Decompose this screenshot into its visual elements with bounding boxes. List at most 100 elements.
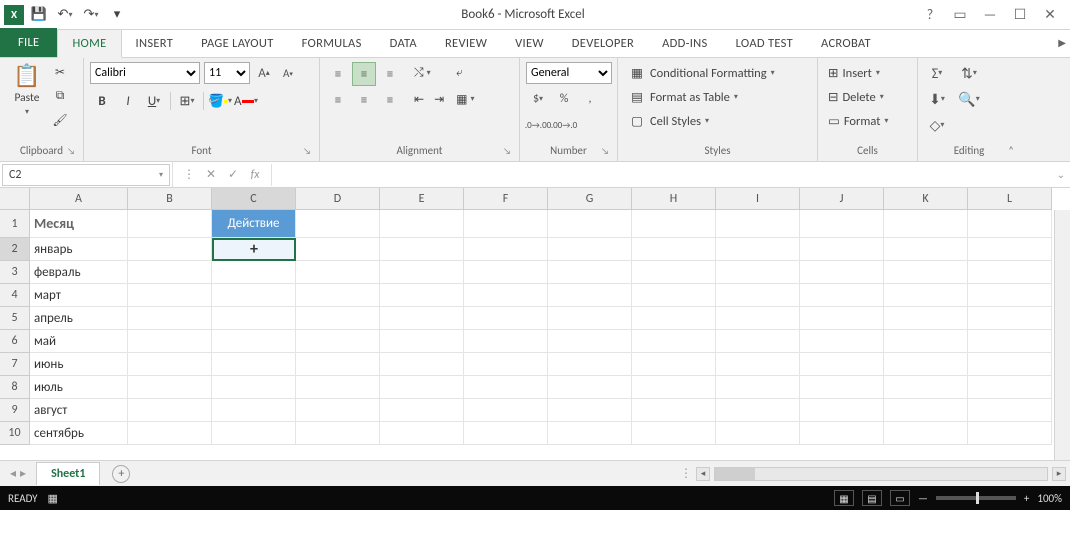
- tab-review[interactable]: REVIEW: [431, 30, 501, 57]
- vertical-scrollbar[interactable]: [1054, 210, 1070, 460]
- col-header-A[interactable]: A: [30, 188, 128, 210]
- cell-E8[interactable]: [380, 376, 464, 399]
- tab-developer[interactable]: DEVELOPER: [558, 30, 648, 57]
- cell-G8[interactable]: [548, 376, 632, 399]
- zoom-level[interactable]: 100%: [1037, 492, 1062, 505]
- row-header-1[interactable]: 1: [0, 210, 30, 238]
- cell-G10[interactable]: [548, 422, 632, 445]
- cell-E5[interactable]: [380, 307, 464, 330]
- cell-L7[interactable]: [968, 353, 1052, 376]
- align-top-button[interactable]: ≡: [326, 62, 350, 86]
- cell-J10[interactable]: [800, 422, 884, 445]
- format-as-table-button[interactable]: ▤Format as Table: [624, 86, 779, 108]
- cell-D4[interactable]: [296, 284, 380, 307]
- expand-formula-bar-button[interactable]: ⌄: [1052, 168, 1070, 181]
- cell-K7[interactable]: [884, 353, 968, 376]
- cell-F3[interactable]: [464, 261, 548, 284]
- col-header-L[interactable]: L: [968, 188, 1052, 210]
- cell-E3[interactable]: [380, 261, 464, 284]
- cell-F1[interactable]: [464, 210, 548, 238]
- cell-J6[interactable]: [800, 330, 884, 353]
- cell-F7[interactable]: [464, 353, 548, 376]
- cell-G1[interactable]: [548, 210, 632, 238]
- grow-font-button[interactable]: A▴: [254, 63, 274, 83]
- cell-C7[interactable]: [212, 353, 296, 376]
- hscroll-left[interactable]: ◂: [696, 467, 710, 481]
- cell-A5[interactable]: апрель: [30, 307, 128, 330]
- cell-C1[interactable]: Действие: [212, 210, 296, 238]
- col-header-D[interactable]: D: [296, 188, 380, 210]
- cell-C2[interactable]: +: [212, 238, 296, 261]
- format-cells-button[interactable]: ▭Format: [824, 110, 892, 132]
- cell-K6[interactable]: [884, 330, 968, 353]
- cell-K9[interactable]: [884, 399, 968, 422]
- col-header-G[interactable]: G: [548, 188, 632, 210]
- row-header-4[interactable]: 4: [0, 284, 30, 307]
- cell-A2[interactable]: январь: [30, 238, 128, 261]
- number-format-combo[interactable]: General: [526, 62, 612, 84]
- font-name-combo[interactable]: Calibri: [90, 62, 200, 84]
- row-header-6[interactable]: 6: [0, 330, 30, 353]
- ribbon-options-button[interactable]: ▭: [948, 3, 972, 27]
- cell-A6[interactable]: май: [30, 330, 128, 353]
- cell-A1[interactable]: Месяц: [30, 210, 128, 238]
- page-layout-view-button[interactable]: ▤: [862, 490, 882, 506]
- cell-J7[interactable]: [800, 353, 884, 376]
- cell-A3[interactable]: февраль: [30, 261, 128, 284]
- shrink-font-button[interactable]: A▾: [278, 63, 298, 83]
- cell-L2[interactable]: [968, 238, 1052, 261]
- cell-D8[interactable]: [296, 376, 380, 399]
- cell-E6[interactable]: [380, 330, 464, 353]
- cell-F2[interactable]: [464, 238, 548, 261]
- conditional-formatting-button[interactable]: ▦Conditional Formatting: [624, 62, 779, 84]
- cell-H6[interactable]: [632, 330, 716, 353]
- cell-B6[interactable]: [128, 330, 212, 353]
- cell-K4[interactable]: [884, 284, 968, 307]
- cell-K5[interactable]: [884, 307, 968, 330]
- cell-B2[interactable]: [128, 238, 212, 261]
- tab-data[interactable]: DATA: [376, 30, 431, 57]
- cell-L10[interactable]: [968, 422, 1052, 445]
- cell-L8[interactable]: [968, 376, 1052, 399]
- cell-L1[interactable]: [968, 210, 1052, 238]
- help-button[interactable]: ?: [918, 3, 942, 27]
- enter-formula-button[interactable]: ✓: [223, 165, 243, 185]
- collapse-ribbon-button[interactable]: ˄: [1008, 144, 1014, 157]
- row-headers[interactable]: 12345678910: [0, 210, 30, 445]
- cell-B8[interactable]: [128, 376, 212, 399]
- qat-customize-button[interactable]: ▾: [106, 4, 128, 26]
- cell-A9[interactable]: август: [30, 399, 128, 422]
- cell-I9[interactable]: [716, 399, 800, 422]
- orientation-button[interactable]: ⤭: [410, 62, 448, 84]
- align-center-button[interactable]: ≡: [352, 88, 376, 112]
- select-all-corner[interactable]: [0, 188, 30, 210]
- tab-formulas[interactable]: FORMULAS: [288, 30, 376, 57]
- tab-home[interactable]: HOME: [57, 29, 121, 58]
- maximize-button[interactable]: ☐: [1008, 3, 1032, 27]
- fill-color-button[interactable]: 🪣: [208, 90, 232, 112]
- cell-F4[interactable]: [464, 284, 548, 307]
- cell-L4[interactable]: [968, 284, 1052, 307]
- tab-load-test[interactable]: LOAD TEST: [722, 30, 807, 57]
- cell-G9[interactable]: [548, 399, 632, 422]
- percent-format-button[interactable]: %: [552, 88, 576, 110]
- cell-H9[interactable]: [632, 399, 716, 422]
- cell-I1[interactable]: [716, 210, 800, 238]
- name-box[interactable]: C2▾: [2, 164, 170, 186]
- decrease-indent-button[interactable]: ⇤: [410, 88, 428, 110]
- cell-D6[interactable]: [296, 330, 380, 353]
- formula-menu-icon[interactable]: ⋮: [179, 165, 199, 185]
- cell-I10[interactable]: [716, 422, 800, 445]
- cell-D5[interactable]: [296, 307, 380, 330]
- insert-function-button[interactable]: fx: [245, 165, 265, 185]
- cut-button[interactable]: ✂: [50, 62, 70, 82]
- cell-C10[interactable]: [212, 422, 296, 445]
- cell-G2[interactable]: [548, 238, 632, 261]
- redo-button[interactable]: ↷: [80, 4, 102, 26]
- delete-cells-button[interactable]: ⊟Delete: [824, 86, 892, 108]
- cell-J9[interactable]: [800, 399, 884, 422]
- cell-H7[interactable]: [632, 353, 716, 376]
- clipboard-launcher[interactable]: ↘: [67, 146, 75, 157]
- tab-insert[interactable]: INSERT: [122, 30, 188, 57]
- cell-D10[interactable]: [296, 422, 380, 445]
